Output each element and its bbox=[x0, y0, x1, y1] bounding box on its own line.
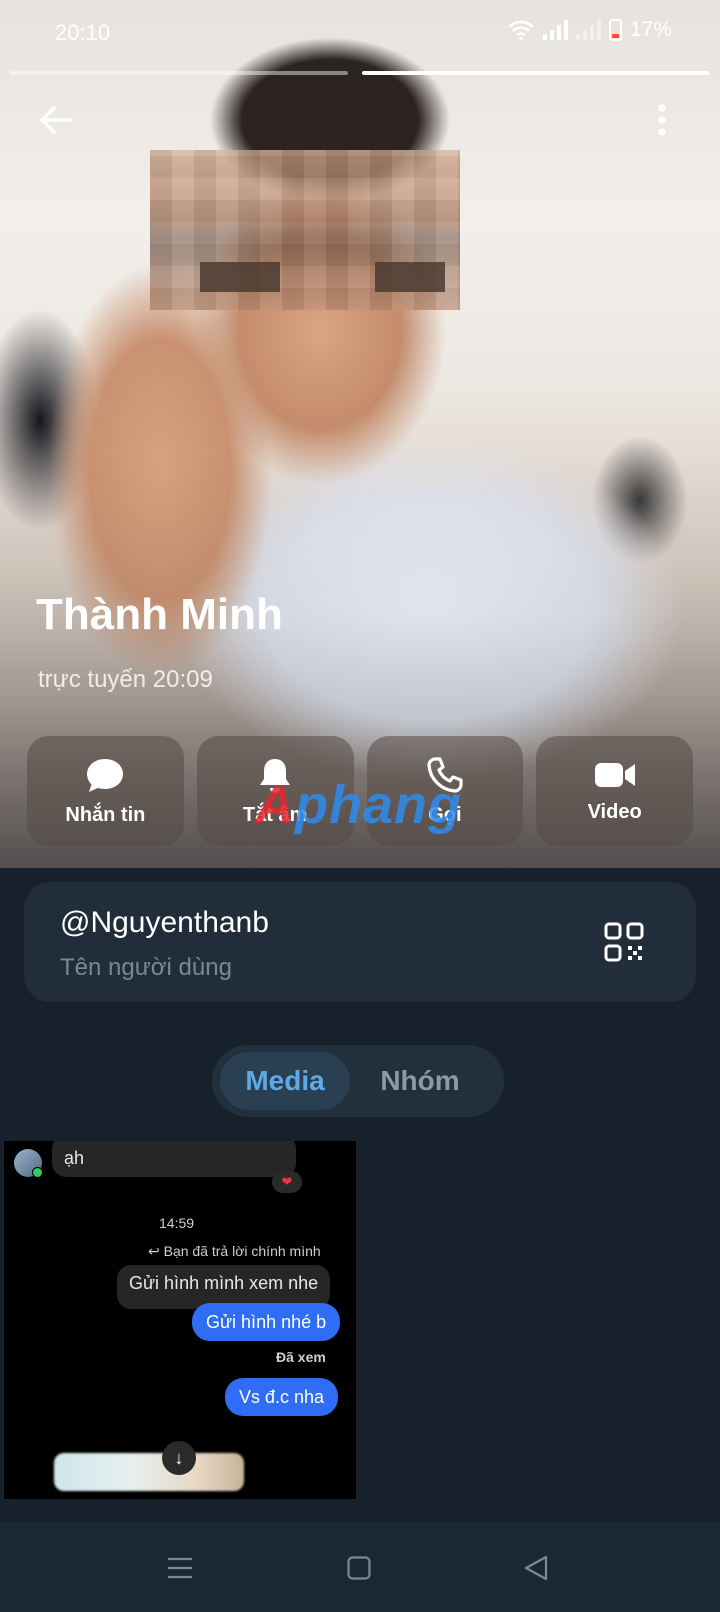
menu-lines-icon bbox=[168, 1557, 192, 1579]
photo-progress-segment-active bbox=[362, 71, 710, 75]
username-card[interactable]: @Nguyenthanb Tên người dùng bbox=[24, 882, 696, 1002]
more-menu-button[interactable] bbox=[634, 92, 690, 148]
video-camera-icon bbox=[594, 762, 635, 787]
username-caption: Tên người dùng bbox=[60, 954, 232, 981]
battery-level: 17% bbox=[629, 18, 672, 41]
profile-tabs: Media Nhóm bbox=[212, 1045, 504, 1117]
outgoing-message-text: Vs đ.c nha bbox=[239, 1386, 325, 1407]
profile-name: Thành Minh bbox=[36, 590, 283, 639]
more-vertical-icon bbox=[658, 104, 666, 136]
message-bubble-icon bbox=[87, 758, 124, 792]
avatar bbox=[14, 1149, 43, 1178]
watermark-logo: Aphang bbox=[255, 775, 462, 835]
incoming-message-text: ạh bbox=[64, 1148, 85, 1168]
photo-progress-segment bbox=[10, 71, 348, 75]
back-triangle-icon bbox=[524, 1555, 548, 1581]
status-time: 20:10 bbox=[55, 20, 111, 45]
tab-groups[interactable]: Nhóm bbox=[350, 1052, 490, 1110]
arrow-left-icon bbox=[40, 106, 73, 134]
recent-apps-button[interactable] bbox=[158, 1546, 202, 1590]
message-button-label: Nhắn tin bbox=[65, 803, 146, 826]
back-nav-button[interactable] bbox=[514, 1546, 558, 1590]
blurred-eye bbox=[375, 262, 445, 292]
home-button[interactable] bbox=[337, 1546, 381, 1590]
media-thumbnail[interactable]: ạh ❤ 14:59 ↩ Bạn đã trả lời chính mình G… bbox=[4, 1141, 356, 1499]
video-call-button-label: Video bbox=[587, 800, 642, 823]
blurred-image-preview bbox=[54, 1453, 244, 1491]
signal-icon bbox=[542, 20, 568, 40]
qr-code-icon bbox=[604, 922, 644, 962]
last-seen: trực tuyến 20:09 bbox=[38, 666, 213, 693]
status-bar: 20:10 17% bbox=[0, 0, 720, 66]
reply-note: ↩ Bạn đã trả lời chính mình bbox=[148, 1243, 321, 1259]
blurred-eye bbox=[200, 262, 280, 292]
tab-media[interactable]: Media bbox=[220, 1052, 350, 1110]
home-square-icon bbox=[347, 1556, 371, 1580]
wifi-icon bbox=[508, 20, 534, 41]
username[interactable]: @Nguyenthanb bbox=[60, 906, 269, 940]
heart-reaction-icon: ❤ bbox=[272, 1171, 302, 1193]
outgoing-message-bubble: Gửi hình nhé b bbox=[192, 1303, 341, 1341]
seen-status: Đã xem bbox=[276, 1349, 326, 1365]
back-button[interactable] bbox=[28, 92, 84, 148]
outgoing-message-bubble: Vs đ.c nha bbox=[225, 1378, 339, 1416]
signal-nosim-icon bbox=[575, 20, 601, 40]
battery-icon bbox=[608, 19, 622, 41]
incoming-message-bubble: ạh bbox=[52, 1141, 296, 1177]
message-button[interactable]: Nhắn tin bbox=[27, 736, 184, 846]
quoted-message-text: Gửi hình mình xem nhe bbox=[129, 1273, 319, 1293]
message-time: 14:59 bbox=[159, 1215, 195, 1231]
arrow-down-icon: ↓ bbox=[162, 1441, 196, 1475]
system-nav-bar bbox=[0, 1522, 720, 1612]
outgoing-message-text: Gửi hình nhé b bbox=[206, 1311, 327, 1332]
video-call-button[interactable]: Video bbox=[536, 736, 693, 846]
qr-code-button[interactable] bbox=[604, 922, 644, 962]
